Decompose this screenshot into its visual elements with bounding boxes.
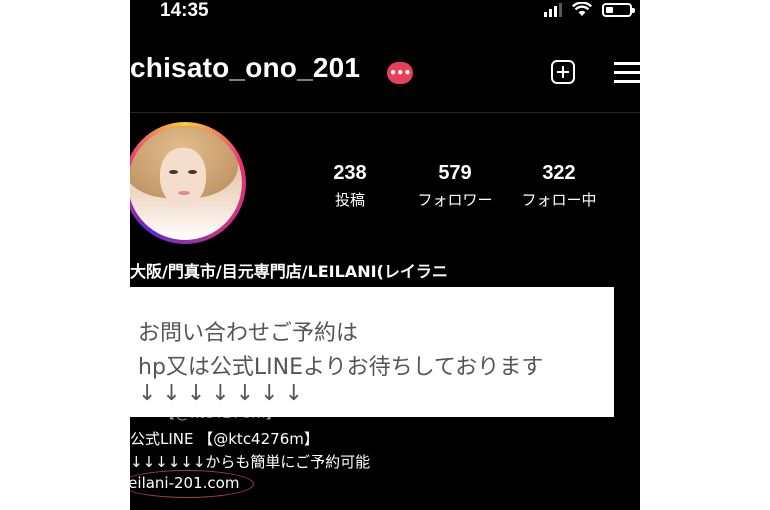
bio-name: 大阪/門真市/目元専門店/LEILANI(レイラニ	[130, 262, 448, 281]
add-post-icon[interactable]	[551, 60, 575, 84]
stat-posts[interactable]: 238 投稿	[295, 162, 405, 210]
stat-count: 238	[333, 162, 367, 184]
signal-icon	[544, 2, 562, 17]
stat-count: 322	[542, 162, 576, 184]
battery-icon	[602, 2, 635, 17]
overlay-line-1: お問い合わせご予約は	[138, 321, 359, 346]
avatar-photo	[130, 126, 242, 240]
notification-badge[interactable]: •••	[387, 62, 413, 84]
highlight-circle	[130, 470, 254, 498]
status-time: 14:35	[160, 0, 209, 21]
profile-username[interactable]: chisato_ono_201	[130, 52, 360, 84]
avatar[interactable]	[130, 122, 246, 244]
phone-screen: 14:35 chisato_ono_201 ••• 238 投稿 579 フォロ…	[130, 0, 640, 510]
wifi-icon	[572, 2, 592, 16]
text-overlay: お問い合わせご予約は hp又は公式LINEよりお待ちしております ↓↓↓↓↓↓↓	[130, 287, 614, 417]
bio-booking-note: ↓↓↓↓↓↓からも簡単にご予約可能	[130, 453, 371, 471]
overlay-line-2: hp又は公式LINEよりお待ちしております	[138, 355, 544, 380]
stat-followers[interactable]: 579 フォロワー	[400, 162, 510, 210]
bio-line-account: 公式LINE 【@ktc4276m】	[130, 430, 319, 448]
header-divider	[130, 112, 640, 113]
stat-count: 579	[438, 162, 472, 184]
stat-following[interactable]: 322 フォロー中	[504, 162, 614, 210]
stat-label: フォロワー	[417, 191, 493, 209]
stat-label: フォロー中	[521, 191, 597, 209]
stat-label: 投稿	[334, 191, 365, 209]
status-icons	[544, 2, 635, 17]
overlay-arrows: ↓↓↓↓↓↓↓	[138, 381, 310, 406]
menu-icon[interactable]	[614, 62, 640, 84]
